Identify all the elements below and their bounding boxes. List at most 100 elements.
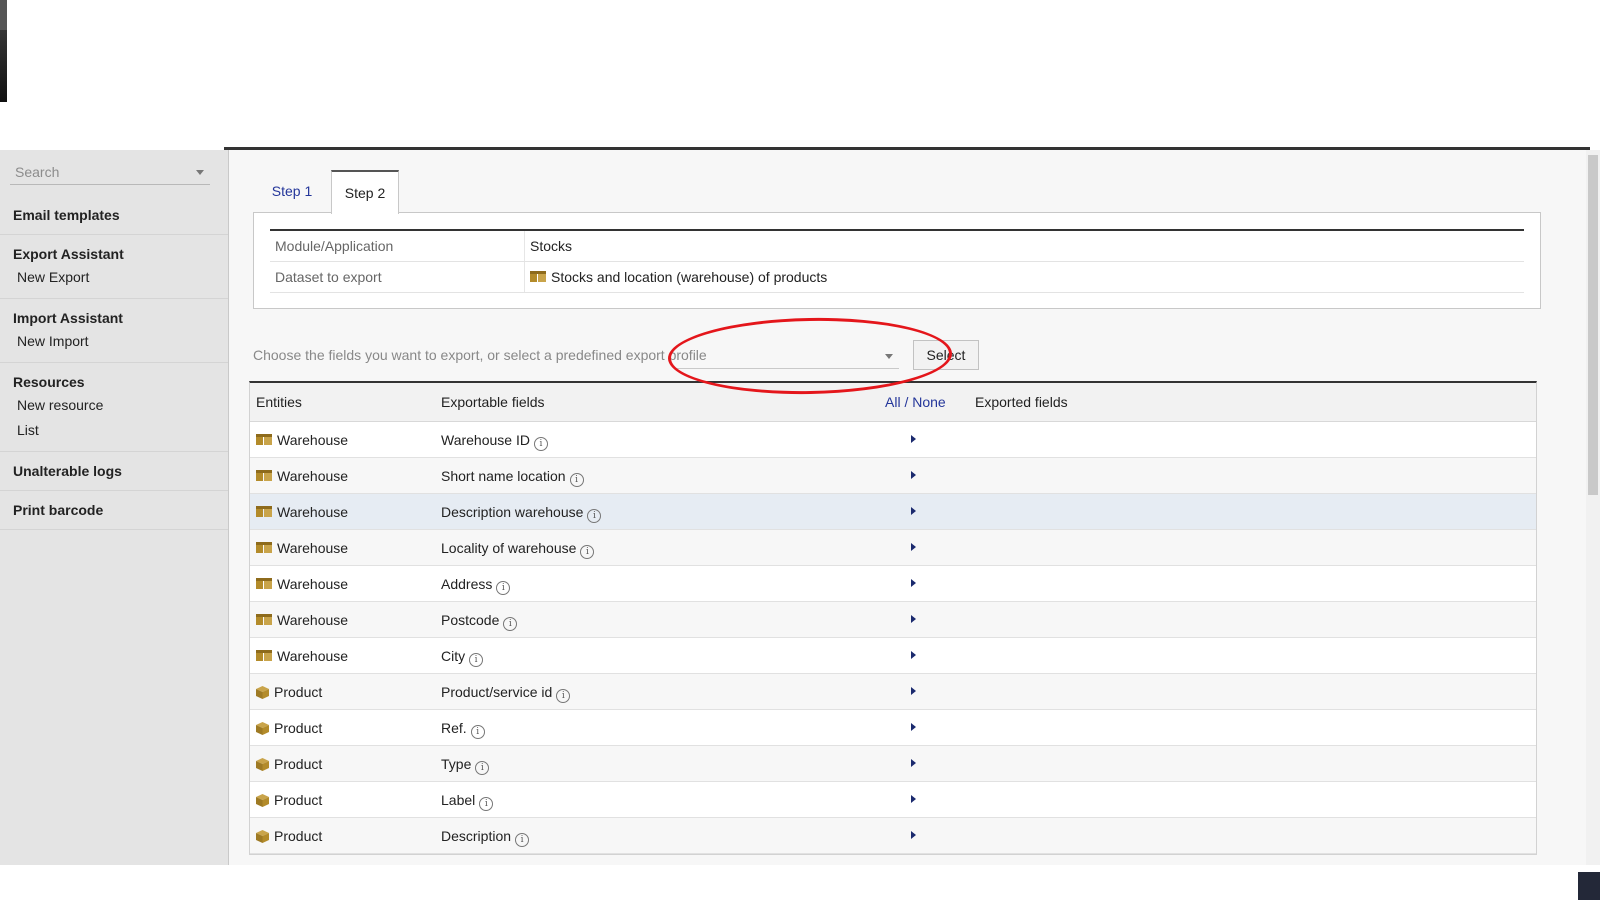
- menu-title-print-barcode[interactable]: Print barcode: [13, 499, 228, 521]
- table-row: Warehouse Description warehouse i: [250, 494, 1536, 530]
- header-exported-fields: Exported fields: [975, 394, 1068, 410]
- product-box-icon: [256, 794, 269, 807]
- chevron-down-icon[interactable]: [196, 170, 204, 175]
- menu-item-new-import[interactable]: New Import: [13, 329, 228, 354]
- menu-title-email-templates[interactable]: Email templates: [13, 204, 228, 226]
- field-name: Ref.: [441, 720, 467, 736]
- field-cell: Address i: [441, 576, 511, 595]
- table-row: Warehouse Warehouse ID i: [250, 422, 1536, 458]
- entity-name: Warehouse: [277, 504, 349, 520]
- info-icon[interactable]: i: [469, 653, 484, 667]
- export-profile-select[interactable]: [675, 342, 899, 369]
- field-name: Address: [441, 576, 493, 592]
- entity-name: Warehouse: [277, 432, 349, 448]
- module-value: Stocks: [524, 230, 1524, 262]
- table-row: Product Ref. i: [250, 710, 1536, 746]
- entity-cell: Warehouse: [256, 540, 348, 556]
- boxes-icon: [256, 650, 272, 661]
- arrow-right-icon[interactable]: [911, 687, 916, 695]
- entity-name: Product: [274, 756, 323, 772]
- sidebar-search[interactable]: [10, 160, 210, 185]
- table-row: Warehouse Address i: [250, 566, 1536, 602]
- scrollbar-thumb[interactable]: [1588, 155, 1598, 495]
- boxes-icon: [256, 470, 272, 481]
- chevron-down-icon[interactable]: [885, 354, 893, 359]
- menu-section-resources: Resources New resource List: [0, 363, 228, 452]
- all-none-toggle[interactable]: All / None: [885, 394, 946, 410]
- info-icon[interactable]: i: [470, 725, 485, 739]
- entity-cell: Product: [256, 828, 322, 844]
- product-box-icon: [256, 722, 269, 735]
- arrow-right-icon[interactable]: [911, 759, 916, 767]
- arrow-right-icon[interactable]: [911, 579, 916, 587]
- sidebar-menu: Email templates Export Assistant New Exp…: [0, 196, 228, 530]
- info-row-module: Module/Application Stocks: [270, 230, 1524, 262]
- entity-name: Warehouse: [277, 612, 349, 628]
- entity-cell: Product: [256, 756, 322, 772]
- info-icon[interactable]: i: [503, 617, 518, 631]
- field-name: Short name location: [441, 468, 566, 484]
- entity-name: Product: [274, 792, 323, 808]
- info-icon[interactable]: i: [569, 473, 584, 487]
- boxes-icon: [256, 578, 272, 589]
- dataset-cell: Stocks and location (warehouse) of produ…: [524, 261, 1524, 293]
- arrow-right-icon[interactable]: [911, 831, 916, 839]
- profile-prompt: Choose the fields you want to export, or…: [253, 347, 707, 363]
- boxes-icon: [256, 434, 272, 445]
- info-icon[interactable]: i: [587, 509, 602, 523]
- export-info-table: Module/Application Stocks Dataset to exp…: [270, 229, 1524, 293]
- sidebar: Email templates Export Assistant New Exp…: [0, 150, 229, 865]
- info-icon[interactable]: i: [496, 581, 511, 595]
- info-icon[interactable]: i: [479, 797, 494, 811]
- product-box-icon: [256, 830, 269, 843]
- arrow-right-icon[interactable]: [911, 435, 916, 443]
- arrow-right-icon[interactable]: [911, 651, 916, 659]
- field-cell: Warehouse ID i: [441, 432, 548, 451]
- arrow-right-icon[interactable]: [911, 615, 916, 623]
- tab-step-1[interactable]: Step 1: [253, 170, 331, 213]
- menu-title-import-assistant[interactable]: Import Assistant: [13, 307, 228, 329]
- menu-item-new-export[interactable]: New Export: [13, 265, 228, 290]
- header-entities: Entities: [256, 394, 302, 410]
- boxes-icon: [530, 271, 546, 282]
- arrow-right-icon[interactable]: [911, 795, 916, 803]
- entity-name: Warehouse: [277, 468, 349, 484]
- menu-section-print-barcode: Print barcode: [0, 491, 228, 530]
- window-edge: [0, 0, 7, 102]
- info-icon[interactable]: i: [475, 761, 490, 775]
- arrow-right-icon[interactable]: [911, 507, 916, 515]
- entity-cell: Product: [256, 792, 322, 808]
- field-cell: Ref. i: [441, 720, 485, 739]
- field-name: City: [441, 648, 466, 664]
- tab-step-2[interactable]: Step 2: [331, 170, 399, 214]
- module-label: Module/Application: [270, 230, 525, 262]
- menu-title-resources[interactable]: Resources: [13, 371, 228, 393]
- field-cell: Product/service id i: [441, 684, 571, 703]
- search-input[interactable]: [10, 160, 200, 184]
- menu-item-list[interactable]: List: [13, 418, 228, 443]
- table-row: Product Description i: [250, 818, 1536, 854]
- menu-title-unalterable-logs[interactable]: Unalterable logs: [13, 460, 228, 482]
- arrow-right-icon[interactable]: [911, 543, 916, 551]
- table-row: Warehouse Locality of warehouse i: [250, 530, 1536, 566]
- select-profile-button[interactable]: Select: [913, 340, 979, 370]
- field-name: Label: [441, 792, 476, 808]
- info-row-dataset: Dataset to export Stocks and location (w…: [270, 261, 1524, 293]
- entity-name: Product: [274, 720, 323, 736]
- arrow-right-icon[interactable]: [911, 471, 916, 479]
- field-name: Locality of warehouse: [441, 540, 577, 556]
- entity-name: Warehouse: [277, 576, 349, 592]
- menu-item-new-resource[interactable]: New resource: [13, 393, 228, 418]
- field-cell: Short name location i: [441, 468, 584, 487]
- table-row: Warehouse Postcode i: [250, 602, 1536, 638]
- menu-title-export-assistant[interactable]: Export Assistant: [13, 243, 228, 265]
- info-icon[interactable]: i: [533, 437, 548, 451]
- field-cell: Postcode i: [441, 612, 518, 631]
- info-icon[interactable]: i: [556, 689, 571, 703]
- info-icon[interactable]: i: [580, 545, 595, 559]
- product-box-icon: [256, 686, 269, 699]
- menu-section-import-assistant: Import Assistant New Import: [0, 299, 228, 363]
- arrow-right-icon[interactable]: [911, 723, 916, 731]
- entity-name: Warehouse: [277, 648, 349, 664]
- info-icon[interactable]: i: [515, 833, 530, 847]
